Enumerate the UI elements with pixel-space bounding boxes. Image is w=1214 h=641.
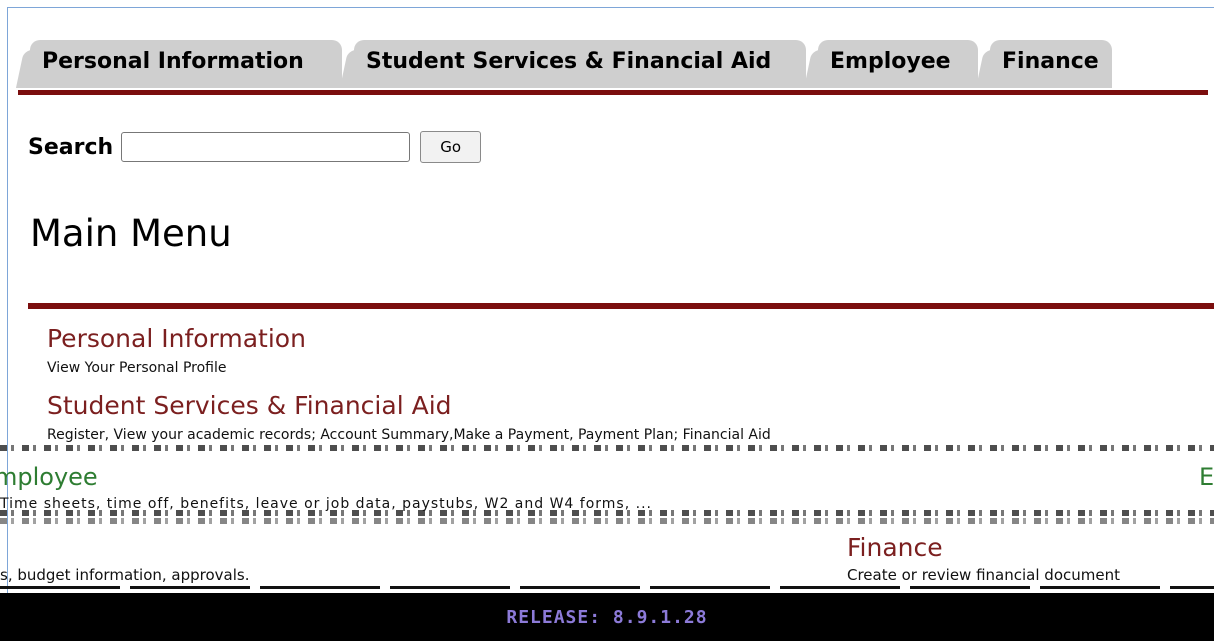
title-rule [28,303,1214,309]
tab-personal-information[interactable]: Personal Information [30,40,342,88]
menu-description-finance: Create or review financial document [847,566,1120,584]
menu-link-employee[interactable]: mployee [0,463,98,491]
search-label: Search [28,134,114,160]
render-artifact-row [0,510,1214,516]
tab-bar: Personal Information Student Services & … [18,36,1208,92]
menu-description-fragment: s, budget information, approvals. [0,566,250,584]
menu-link-student-services[interactable]: Student Services & Financial Aid [47,391,452,420]
menu-description-student-services: Register, View your academic records; Ac… [47,427,771,443]
release-label: RELEASE: 8.9.1.28 [506,606,708,628]
render-artifact-row [0,445,1214,451]
render-artifact-row [0,518,1214,524]
go-button[interactable]: Go [420,131,482,163]
page-title: Main Menu [30,212,232,255]
tab-student-services[interactable]: Student Services & Financial Aid [354,40,806,88]
tab-employee[interactable]: Employee [818,40,978,88]
tab-underline-rule [18,90,1208,95]
search-input[interactable] [121,132,411,162]
render-artifact-underline [0,586,1214,589]
menu-link-finance[interactable]: Finance [847,533,943,562]
menu-link-personal-information[interactable]: Personal Information [47,324,306,353]
footer-bar: RELEASE: 8.9.1.28 [0,593,1214,641]
tab-finance[interactable]: Finance [990,40,1112,88]
search-row: Search Go [28,131,482,163]
menu-link-employee-right-fragment[interactable]: E [1199,463,1214,491]
menu-description-personal-information: View Your Personal Profile [47,360,227,376]
